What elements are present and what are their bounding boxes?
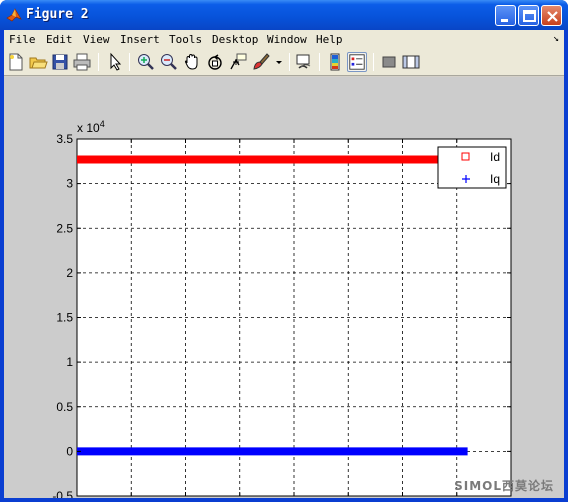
y-tick-label: 1.5 [56, 311, 73, 325]
y-tick-label: 1 [66, 355, 73, 369]
link-plot-icon[interactable] [294, 52, 314, 72]
legend-label-iq: Iq [490, 172, 500, 186]
y-tick-labels: 3.5 3 2.5 2 1.5 1 0.5 0 -0.5 [52, 132, 73, 498]
brush-dropdown-icon[interactable] [274, 52, 284, 72]
toolbar-separator [289, 53, 290, 71]
zoom-out-icon[interactable] [159, 52, 179, 72]
maximize-button[interactable] [518, 5, 539, 26]
toolbar-separator [129, 53, 130, 71]
y-tick-label: 0.5 [56, 400, 73, 414]
window-client-area: File Edit View Insert Tools Desktop Wind… [4, 30, 564, 498]
menu-edit[interactable]: Edit [46, 33, 73, 46]
menu-view[interactable]: View [83, 33, 110, 46]
figure-toolbar [4, 49, 564, 76]
data-cursor-icon[interactable] [228, 52, 248, 72]
pointer-icon[interactable] [105, 52, 125, 72]
save-icon[interactable] [50, 52, 70, 72]
legend[interactable]: Id Iq [437, 146, 507, 189]
print-icon[interactable] [72, 52, 92, 72]
show-plot-tools-icon[interactable] [401, 52, 421, 72]
minimize-icon [501, 19, 508, 22]
y-tick-label: 2.5 [56, 221, 73, 235]
menu-desktop[interactable]: Desktop [212, 33, 258, 46]
pan-icon[interactable] [182, 52, 202, 72]
toolbar-separator [373, 53, 374, 71]
title-bar[interactable]: Figure 2 [0, 0, 568, 30]
toolbar-separator [319, 53, 320, 71]
menu-help[interactable]: Help [316, 33, 343, 46]
zoom-in-icon[interactable] [136, 52, 156, 72]
colorbar-icon[interactable] [325, 52, 345, 72]
y-tick-label: -0.5 [52, 489, 73, 498]
open-file-icon[interactable] [28, 52, 48, 72]
new-figure-icon[interactable] [6, 52, 26, 72]
toolbar-separator [98, 53, 99, 71]
y-tick-label: 3.5 [56, 132, 73, 146]
menu-insert[interactable]: Insert [120, 33, 160, 46]
y-tick-label: 2 [66, 266, 73, 280]
menu-window[interactable]: Window [267, 33, 307, 46]
legend-icon [349, 54, 365, 70]
y-axis-exponent: x 104 [77, 119, 105, 135]
close-button[interactable] [541, 5, 562, 26]
menu-tools[interactable]: Tools [169, 33, 202, 46]
y-tick-label: 3 [66, 177, 73, 191]
menu-dock-arrow[interactable]: ↘ [553, 33, 559, 44]
figure-canvas: 3.532.521.510.50-0.5 0501001502002503003… [4, 77, 564, 498]
maximize-icon [523, 10, 536, 22]
legend-button[interactable] [347, 52, 367, 72]
legend-label-id: Id [490, 150, 500, 164]
close-icon [547, 11, 558, 22]
y-tick-label: 0 [66, 444, 73, 458]
figure-window: Figure 2 File Edit View Insert Tools Des… [0, 0, 568, 502]
plot-axes[interactable]: 3.532.521.510.50-0.5 0501001502002503003… [4, 77, 564, 498]
hide-plot-tools-icon[interactable] [379, 52, 399, 72]
watermark: SIMOL西莫论坛 [454, 479, 554, 493]
brush-icon[interactable] [251, 52, 271, 72]
menu-bar: File Edit View Insert Tools Desktop Wind… [4, 30, 564, 49]
menu-file[interactable]: File [9, 33, 36, 46]
minimize-button[interactable] [495, 5, 516, 26]
matlab-logo-icon [6, 8, 22, 22]
rotate-3d-icon[interactable] [205, 52, 225, 72]
window-title: Figure 2 [26, 7, 89, 22]
